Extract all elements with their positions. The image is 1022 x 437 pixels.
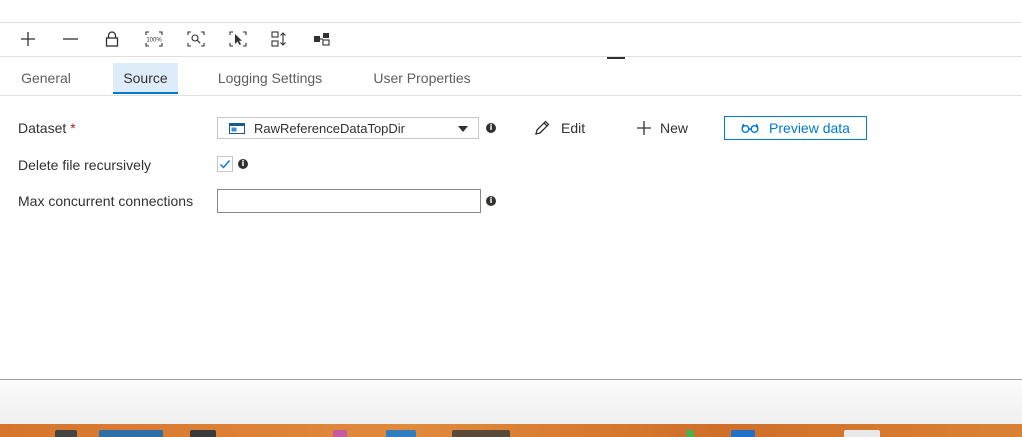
tab-logging-settings[interactable]: Logging Settings xyxy=(212,63,328,94)
dock-app-item[interactable] xyxy=(452,430,510,437)
minus-icon xyxy=(63,38,78,40)
dock-app-item[interactable] xyxy=(844,430,880,437)
dock-app-item[interactable] xyxy=(386,430,416,437)
plus-icon xyxy=(21,32,35,46)
max-concurrent-info-icon[interactable]: i xyxy=(486,196,496,206)
dataset-dropdown[interactable]: RawReferenceDataTopDir xyxy=(217,117,479,139)
edit-label: Edit xyxy=(561,120,586,136)
top-strip xyxy=(0,0,1022,23)
tab-source[interactable]: Source xyxy=(113,63,178,94)
zoom-to-fit-icon xyxy=(187,31,205,47)
dataset-label: Dataset * xyxy=(18,120,76,136)
dataset-info-icon[interactable]: i xyxy=(486,123,496,133)
dock-app-item[interactable] xyxy=(333,430,347,437)
dock-app-item[interactable] xyxy=(731,430,755,437)
max-concurrent-label: Max concurrent connections xyxy=(18,193,194,209)
zoom-100-button[interactable]: 100% xyxy=(143,29,165,49)
auto-align-icon xyxy=(271,31,286,47)
chevron-down-icon xyxy=(458,126,468,132)
zoom-to-fit-button[interactable] xyxy=(185,29,207,49)
dataset-selected-value: RawReferenceDataTopDir xyxy=(254,121,406,136)
tab-user-properties[interactable]: User Properties xyxy=(369,63,475,94)
required-marker: * xyxy=(70,120,76,136)
lock-icon xyxy=(105,31,119,47)
dataset-icon xyxy=(229,123,245,134)
preview-data-button[interactable]: Preview data xyxy=(724,116,867,140)
glasses-icon xyxy=(741,123,759,133)
dock-app-item[interactable] xyxy=(55,430,77,437)
lock-canvas-button[interactable] xyxy=(101,29,123,49)
delete-recursively-checkbox[interactable] xyxy=(217,156,233,172)
layout-button[interactable] xyxy=(311,29,333,49)
pane-resize-handle[interactable] xyxy=(607,57,625,59)
dock-app-item[interactable] xyxy=(99,430,163,437)
canvas-toolbar: 100% xyxy=(0,23,1022,57)
dataset-label-text: Dataset xyxy=(18,120,67,136)
zoom-100-icon: 100% xyxy=(145,31,163,47)
checkmark-icon xyxy=(220,160,231,169)
layout-icon xyxy=(314,33,330,46)
new-button[interactable]: New xyxy=(636,119,688,137)
max-concurrent-input[interactable] xyxy=(217,189,481,213)
new-label: New xyxy=(660,120,689,136)
zoom-out-button[interactable] xyxy=(59,29,81,49)
zoom-100-label: 100% xyxy=(146,38,162,44)
select-icon xyxy=(229,31,247,47)
plus-icon xyxy=(637,121,651,135)
dock-app-item[interactable] xyxy=(190,430,216,437)
multi-select-button[interactable] xyxy=(227,29,249,49)
preview-data-label: Preview data xyxy=(769,120,850,136)
delete-recursively-label: Delete file recursively xyxy=(18,157,152,173)
auto-align-button[interactable] xyxy=(269,29,291,49)
window-bottom-area xyxy=(0,380,1022,424)
desktop-dock xyxy=(0,424,1022,437)
pencil-icon xyxy=(535,120,550,135)
dock-app-item[interactable] xyxy=(686,430,694,437)
delete-recursively-info-icon[interactable]: i xyxy=(238,159,248,169)
properties-tabs: General Source Logging Settings User Pro… xyxy=(0,63,1022,96)
zoom-in-button[interactable] xyxy=(17,29,39,49)
edit-button[interactable]: Edit xyxy=(533,119,585,137)
tab-general[interactable]: General xyxy=(14,63,78,94)
